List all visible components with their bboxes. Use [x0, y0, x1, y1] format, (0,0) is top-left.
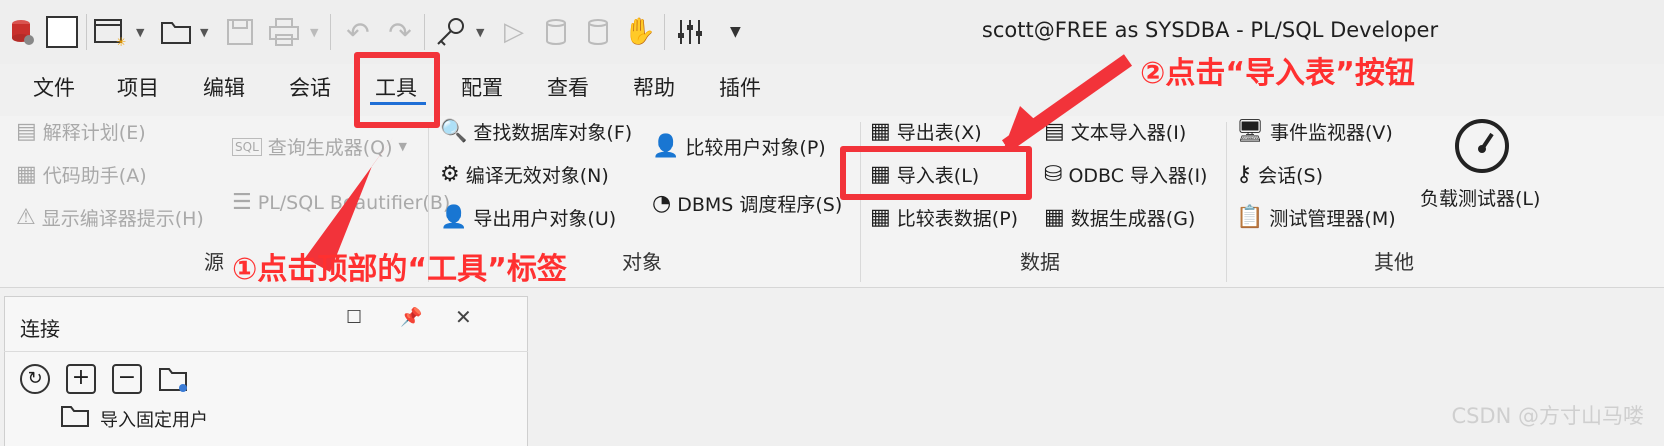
watermark: CSDN @方寸山马喽	[1451, 404, 1644, 428]
annotation-step1: ①点击顶部的“工具”标签	[232, 252, 567, 287]
annotation-step2: ②点击“导入表”按钮	[1140, 56, 1415, 91]
